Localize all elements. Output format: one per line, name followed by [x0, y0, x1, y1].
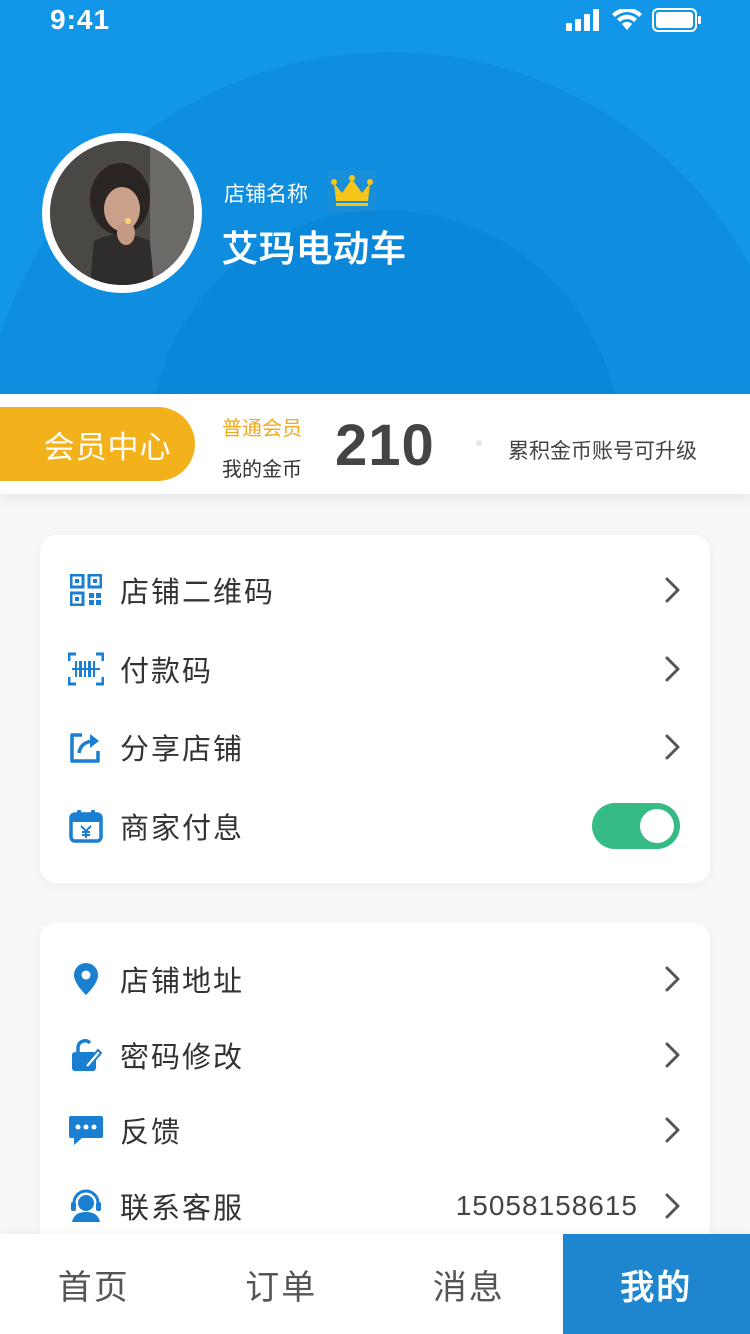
tab-messages[interactable]: 消息	[375, 1234, 563, 1334]
menu-item-label: 店铺二维码	[120, 575, 276, 609]
menu-item-change-password[interactable]: 密码修改	[40, 1025, 710, 1085]
qr-code-icon	[68, 572, 104, 608]
menu-item-label: 店铺地址	[120, 964, 245, 998]
customer-service-icon	[68, 1188, 104, 1224]
tab-mine[interactable]: 我的	[562, 1234, 750, 1334]
location-pin-icon	[68, 961, 104, 997]
tab-orders[interactable]: 订单	[188, 1234, 376, 1334]
chevron-right-icon	[665, 966, 680, 992]
coin-value: 210	[335, 413, 435, 478]
menu-item-shop-qr[interactable]: 店铺二维码	[40, 560, 710, 620]
calendar-yen-icon	[68, 808, 104, 844]
status-bar: 9:41	[0, 0, 750, 40]
coin-label: 我的金币	[222, 457, 302, 481]
menu-item-label: 分享店铺	[120, 732, 245, 766]
menu-card-settings: 店铺地址 密码修改 反馈 联系客服 15058158615	[40, 923, 710, 1263]
shop-name-label: 店铺名称	[224, 182, 308, 206]
separator-dot	[476, 440, 482, 446]
menu-item-label: 付款码	[120, 654, 214, 688]
chevron-right-icon	[665, 1117, 680, 1143]
menu-item-label: 联系客服	[120, 1191, 245, 1225]
barcode-scan-icon	[68, 651, 104, 687]
bottom-tab-bar: 首页 订单 消息 我的	[0, 1234, 750, 1334]
chevron-right-icon	[665, 1193, 680, 1219]
status-icons	[566, 8, 702, 32]
toggle-knob	[640, 809, 674, 843]
chevron-right-icon	[665, 656, 680, 682]
menu-item-payment-code[interactable]: 付款码	[40, 639, 710, 699]
tab-home[interactable]: 首页	[0, 1234, 188, 1334]
menu-item-merchant-interest: 商家付息	[40, 796, 710, 856]
chevron-right-icon	[665, 734, 680, 760]
menu-item-label: 反馈	[120, 1115, 183, 1149]
chevron-right-icon	[665, 1042, 680, 1068]
menu-item-label: 密码修改	[120, 1040, 245, 1074]
member-level: 普通会员	[222, 416, 302, 440]
signal-icon	[566, 9, 599, 31]
menu-item-share-shop[interactable]: 分享店铺	[40, 717, 710, 777]
menu-item-feedback[interactable]: 反馈	[40, 1100, 710, 1160]
menu-card-shop: 店铺二维码 付款码 分享店铺 商家付息	[40, 535, 710, 883]
menu-item-label: 商家付息	[120, 811, 245, 845]
lock-edit-icon	[68, 1037, 104, 1073]
member-center-button[interactable]: 会员中心	[0, 407, 195, 481]
avatar[interactable]	[42, 133, 202, 293]
customer-service-phone: 15058158615	[455, 1190, 638, 1221]
shop-name: 艾玛电动车	[222, 229, 408, 270]
menu-item-customer-service[interactable]: 联系客服 15058158615	[40, 1176, 710, 1236]
crown-icon	[328, 171, 376, 211]
chat-bubble-icon	[68, 1112, 104, 1148]
share-icon	[68, 729, 104, 765]
chevron-right-icon	[665, 577, 680, 603]
upgrade-hint: 累积金币账号可升级	[508, 439, 697, 463]
status-time: 9:41	[50, 4, 111, 35]
avatar-photo	[50, 141, 194, 285]
menu-item-shop-address[interactable]: 店铺地址	[40, 949, 710, 1009]
merchant-interest-toggle[interactable]	[592, 803, 680, 849]
battery-icon	[652, 8, 701, 32]
wifi-icon	[612, 9, 642, 30]
